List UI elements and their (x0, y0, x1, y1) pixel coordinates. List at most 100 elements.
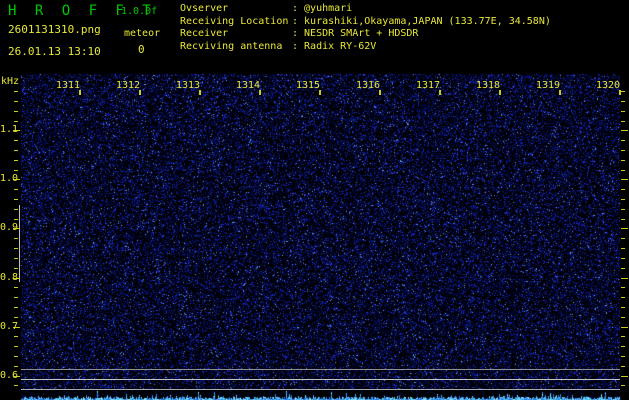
time-tick-label: 1320 (596, 80, 621, 91)
freq-minor-tick-right (621, 257, 625, 259)
freq-minor-tick-left (14, 199, 18, 201)
info-row-receiver: Receiver: NESDR SMArt + HDSDR (180, 27, 551, 40)
time-tick-label: 1311 (56, 80, 81, 91)
info-separator: : (292, 28, 299, 40)
freq-minor-tick-left (14, 346, 18, 348)
freq-minor-tick-right (621, 110, 625, 112)
freq-minor-tick-left (14, 316, 18, 318)
freq-minor-tick-right (621, 336, 625, 338)
reference-line-middle (21, 379, 620, 380)
freq-major-tick-right (621, 375, 628, 377)
info-value: @yuhmari (304, 2, 353, 14)
info-label: Receiver (180, 28, 229, 40)
info-row-location: Receiving Location: kurashiki,Okayama,JAP… (180, 15, 551, 28)
time-tick-label: 1317 (416, 80, 441, 91)
info-value: Radix RY-62V (304, 40, 377, 52)
freq-minor-tick-left (14, 257, 18, 259)
freq-tick-label: 0.6 (0, 369, 19, 381)
freq-minor-tick-right (621, 287, 625, 289)
info-label: Receiving Location (180, 15, 289, 27)
freq-minor-tick-left (14, 287, 18, 289)
freq-minor-tick-left (14, 238, 18, 240)
freq-minor-tick-left (14, 159, 18, 161)
freq-minor-tick-right (621, 238, 625, 240)
freq-minor-tick-left (14, 169, 18, 171)
freq-minor-tick-right (621, 149, 625, 151)
scale-bar (19, 205, 20, 282)
freq-minor-tick-right (621, 346, 625, 348)
freq-minor-tick-right (621, 91, 625, 93)
freq-minor-tick-left (14, 306, 18, 308)
output-filename: 2601131310.png (8, 23, 101, 36)
freq-minor-tick-right (621, 218, 625, 220)
freq-major-tick-right (621, 277, 628, 279)
freq-minor-tick-left (14, 100, 18, 102)
info-row-antenna: Recviving antenna: Radix RY-62V (180, 40, 551, 53)
freq-tick-label: 1.1 (0, 124, 19, 136)
freq-minor-tick-right (621, 169, 625, 171)
reference-line-lower (21, 389, 620, 390)
freq-minor-tick-left (14, 356, 18, 358)
info-value: kurashiki,Okayama,JAPAN (133.77E, 34.58N… (304, 15, 551, 27)
freq-minor-tick-left (14, 267, 18, 269)
station-info: Ovserver: @yuhmari Receiving Location: kur… (180, 2, 551, 53)
freq-tick-label: 0.8 (0, 271, 19, 283)
spectrogram-canvas (0, 0, 629, 400)
freq-minor-tick-right (621, 208, 625, 210)
info-separator: : (292, 15, 299, 27)
freq-minor-tick-left (14, 365, 18, 367)
freq-minor-tick-right (621, 297, 625, 299)
time-tick-label: 1318 (476, 80, 501, 91)
info-separator: : (292, 2, 299, 14)
freq-minor-tick-right (621, 189, 625, 191)
freq-tick-label: 0.7 (0, 320, 19, 332)
hrofft-screen: H R O F F T 1.0.0f 2601131310.png meteor… (0, 0, 629, 400)
freq-minor-tick-right (621, 306, 625, 308)
freq-minor-tick-left (14, 297, 18, 299)
time-tick-label: 1316 (356, 80, 381, 91)
meteor-counter-label: meteor (124, 28, 161, 39)
freq-tick-label: 1.0 (0, 173, 19, 185)
info-row-observer: Ovserver: @yuhmari (180, 2, 551, 15)
info-separator: : (292, 40, 299, 52)
freq-major-tick-right (621, 326, 628, 328)
freq-minor-tick-right (621, 356, 625, 358)
time-tick-label: 1319 (536, 80, 561, 91)
freq-minor-tick-left (14, 120, 18, 122)
freq-minor-tick-right (621, 140, 625, 142)
info-label: Ovserver (180, 2, 229, 14)
freq-tick-label: 0.9 (0, 222, 19, 234)
freq-major-tick-right (621, 130, 628, 132)
time-tick-label: 1314 (236, 80, 261, 91)
meteor-count-value: 0 (138, 43, 145, 56)
freq-minor-tick-left (14, 110, 18, 112)
freq-unit-label: kHz (1, 76, 20, 87)
freq-minor-tick-left (14, 218, 18, 220)
freq-minor-tick-right (621, 248, 625, 250)
freq-minor-tick-right (621, 100, 625, 102)
observation-datetime: 26.01.13 13:10 (8, 45, 101, 58)
time-tick-label: 1315 (296, 80, 321, 91)
freq-minor-tick-left (14, 189, 18, 191)
freq-minor-tick-left (14, 140, 18, 142)
time-tick-label: 1312 (116, 80, 141, 91)
freq-minor-tick-left (14, 149, 18, 151)
freq-minor-tick-right (621, 365, 625, 367)
reference-line-upper (21, 369, 620, 370)
info-label: Recviving antenna (180, 40, 283, 52)
app-version: 1.0.0f (121, 6, 158, 17)
freq-minor-tick-right (621, 267, 625, 269)
freq-minor-tick-right (621, 120, 625, 122)
freq-minor-tick-right (621, 159, 625, 161)
freq-minor-tick-left (14, 208, 18, 210)
freq-minor-tick-left (14, 385, 18, 387)
freq-minor-tick-left (14, 91, 18, 93)
freq-minor-tick-left (14, 336, 18, 338)
info-value: NESDR SMArt + HDSDR (304, 28, 419, 40)
freq-minor-tick-right (621, 385, 625, 387)
time-tick-label: 1313 (176, 80, 201, 91)
freq-minor-tick-right (621, 199, 625, 201)
freq-major-tick-right (621, 228, 628, 230)
freq-minor-tick-left (14, 248, 18, 250)
freq-major-tick-right (621, 179, 628, 181)
